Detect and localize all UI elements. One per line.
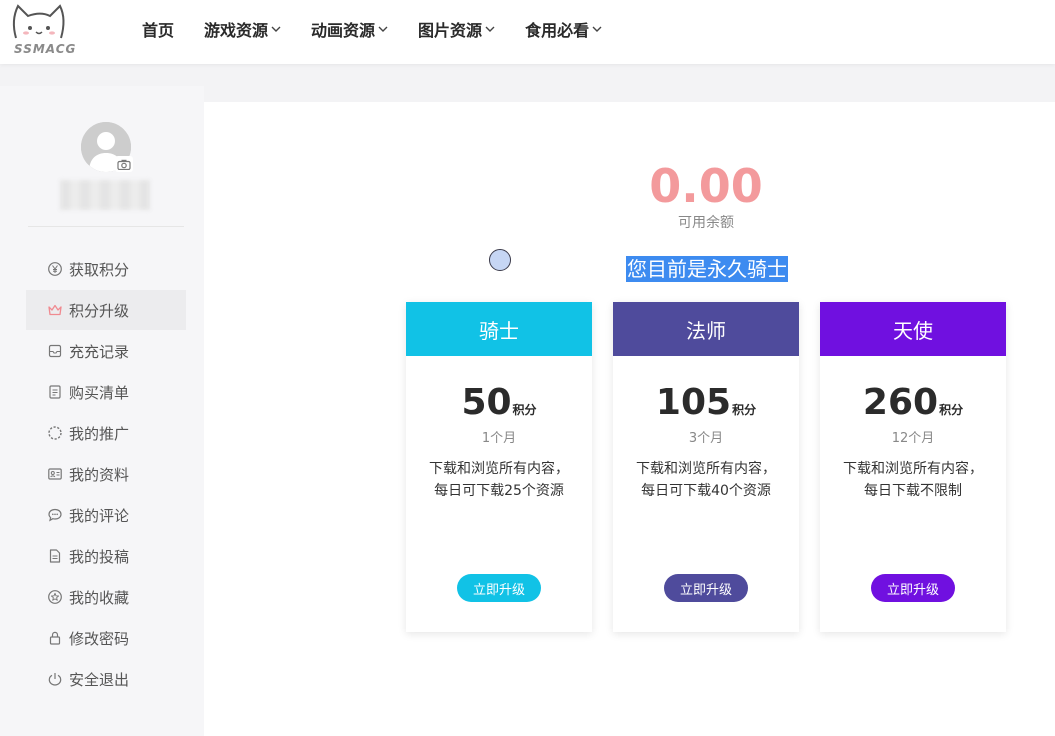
sidebar-item-my-profile[interactable]: 我的资料	[26, 454, 186, 494]
dotted-circle-icon	[48, 426, 62, 440]
upgrade-button[interactable]: 立即升级	[457, 574, 541, 602]
star-circle-icon	[48, 590, 62, 604]
list-document-icon	[49, 385, 61, 399]
plan-name: 天使	[893, 318, 933, 343]
balance-summary: 0.00 可用余额	[604, 158, 808, 232]
sidebar-item-label: 我的投稿	[69, 547, 130, 566]
sidebar-item-my-promotion[interactable]: 我的推广	[26, 413, 186, 453]
plan-price: 105积分	[613, 382, 799, 423]
sidebar-item-recharge-records[interactable]: 充充记录	[26, 331, 186, 371]
plan-price-value: 260	[862, 382, 939, 423]
plan-desc-line: 下载和浏览所有内容，	[843, 461, 983, 477]
plan-card-angel: 天使 260积分 12个月 下载和浏览所有内容， 每日下载不限制 立即升级	[820, 302, 1006, 632]
plan-price: 50积分	[406, 382, 592, 423]
plan-desc-line: 下载和浏览所有内容，	[429, 461, 569, 477]
chevron-down-icon	[378, 26, 388, 32]
document-icon	[49, 549, 61, 563]
sidebar-item-label: 购买清单	[69, 383, 130, 402]
sidebar-item-points-upgrade[interactable]: 积分升级	[26, 290, 186, 330]
plan-list: 骑士 50积分 1个月 下载和浏览所有内容， 每日可下载25个资源 立即升级 法…	[406, 302, 1006, 632]
nav-item-image-resources[interactable]: 图片资源	[418, 0, 495, 58]
sidebar-item-label: 我的推广	[69, 424, 130, 443]
lock-icon	[49, 631, 61, 645]
plan-name: 骑士	[479, 318, 519, 343]
nav-item-label: 食用必看	[525, 21, 590, 40]
chevron-down-icon	[271, 26, 281, 32]
username-redacted	[60, 180, 150, 210]
plan-description: 下载和浏览所有内容， 每日可下载25个资源	[406, 458, 592, 502]
plan-description: 下载和浏览所有内容， 每日可下载40个资源	[613, 458, 799, 502]
sidebar-item-label: 我的评论	[69, 506, 130, 525]
yen-circle-icon	[48, 262, 62, 276]
balance-value: 0.00	[649, 159, 763, 213]
sidebar-item-my-submissions[interactable]: 我的投稿	[26, 536, 186, 576]
sidebar-menu: 获取积分 积分升级 充充记录 购买清单 我的推广 我的资料 我的评论 我的投稿	[26, 249, 186, 700]
logo-text: SSMACG	[14, 42, 77, 56]
inbox-icon	[48, 344, 62, 358]
plan-card-mage: 法师 105积分 3个月 下载和浏览所有内容， 每日可下载40个资源 立即升级	[613, 302, 799, 632]
nav-item-label: 动画资源	[311, 21, 376, 40]
nav-item-label: 首页	[142, 21, 175, 40]
site-logo[interactable]: SSMACG	[6, 2, 75, 60]
plan-duration: 1个月	[481, 431, 517, 446]
plan-card-knight: 骑士 50积分 1个月 下载和浏览所有内容， 每日可下载25个资源 立即升级	[406, 302, 592, 632]
nav-item-game-resources[interactable]: 游戏资源	[204, 0, 281, 58]
membership-status: 您目前是永久骑士	[626, 256, 788, 282]
camera-icon[interactable]	[115, 156, 133, 172]
plan-header: 天使	[820, 302, 1006, 356]
cat-logo-icon	[12, 4, 65, 39]
plan-duration: 12个月	[891, 431, 935, 446]
plan-price-unit: 积分	[732, 403, 757, 417]
sidebar-item-my-comments[interactable]: 我的评论	[26, 495, 186, 535]
sidebar-item-purchase-list[interactable]: 购买清单	[26, 372, 186, 412]
upgrade-button[interactable]: 立即升级	[664, 574, 748, 602]
plan-price: 260积分	[820, 382, 1006, 423]
comment-icon	[48, 508, 62, 522]
plan-desc-line: 下载和浏览所有内容，	[636, 461, 776, 477]
plan-desc-line: 每日可下载25个资源	[434, 483, 564, 499]
plan-name: 法师	[686, 318, 726, 343]
divider	[28, 226, 184, 227]
sidebar-item-label: 积分升级	[69, 301, 130, 320]
sidebar-item-label: 安全退出	[69, 670, 130, 689]
balance-label: 可用余额	[678, 215, 734, 231]
nav-item-must-read[interactable]: 食用必看	[525, 0, 602, 58]
nav-item-anime-resources[interactable]: 动画资源	[311, 0, 388, 58]
sidebar-item-label: 修改密码	[69, 629, 130, 648]
plan-desc-line: 每日可下载40个资源	[641, 483, 771, 499]
top-header: SSMACG 首页 游戏资源 动画资源 图片资源 食用必看	[0, 0, 1055, 64]
mouse-cursor-indicator	[489, 249, 511, 271]
sidebar-item-get-points[interactable]: 获取积分	[26, 249, 186, 289]
id-card-icon	[48, 468, 62, 480]
main-nav: 首页 游戏资源 动画资源 图片资源 食用必看	[142, 0, 632, 58]
nav-item-home[interactable]: 首页	[142, 0, 174, 58]
sidebar-item-change-password[interactable]: 修改密码	[26, 618, 186, 658]
plan-desc-line: 每日下载不限制	[864, 483, 962, 499]
plan-duration: 3个月	[688, 431, 724, 446]
plan-header: 法师	[613, 302, 799, 356]
avatar-container[interactable]	[81, 122, 133, 172]
plan-header: 骑士	[406, 302, 592, 356]
crown-icon	[48, 304, 62, 316]
main-content: 0.00 可用余额 您目前是永久骑士 骑士 50积分 1个月 下载和浏览所有内容…	[204, 102, 1055, 736]
power-icon	[48, 673, 62, 686]
nav-item-label: 图片资源	[418, 21, 483, 40]
plan-price-unit: 积分	[939, 403, 964, 417]
user-sidebar: 获取积分 积分升级 充充记录 购买清单 我的推广 我的资料 我的评论 我的投稿	[0, 86, 204, 736]
plan-price-value: 105	[655, 382, 732, 423]
chevron-down-icon	[485, 26, 495, 32]
sidebar-item-label: 我的资料	[69, 465, 130, 484]
sidebar-item-label: 充充记录	[69, 342, 130, 361]
sidebar-item-logout[interactable]: 安全退出	[26, 659, 186, 699]
plan-price-value: 50	[461, 382, 512, 423]
chevron-down-icon	[592, 26, 602, 32]
nav-item-label: 游戏资源	[204, 21, 269, 40]
plan-price-unit: 积分	[512, 403, 537, 417]
sidebar-item-label: 获取积分	[69, 260, 130, 279]
plan-description: 下载和浏览所有内容， 每日下载不限制	[820, 458, 1006, 502]
sidebar-item-label: 我的收藏	[69, 588, 130, 607]
upgrade-button[interactable]: 立即升级	[871, 574, 955, 602]
sidebar-item-my-favorites[interactable]: 我的收藏	[26, 577, 186, 617]
